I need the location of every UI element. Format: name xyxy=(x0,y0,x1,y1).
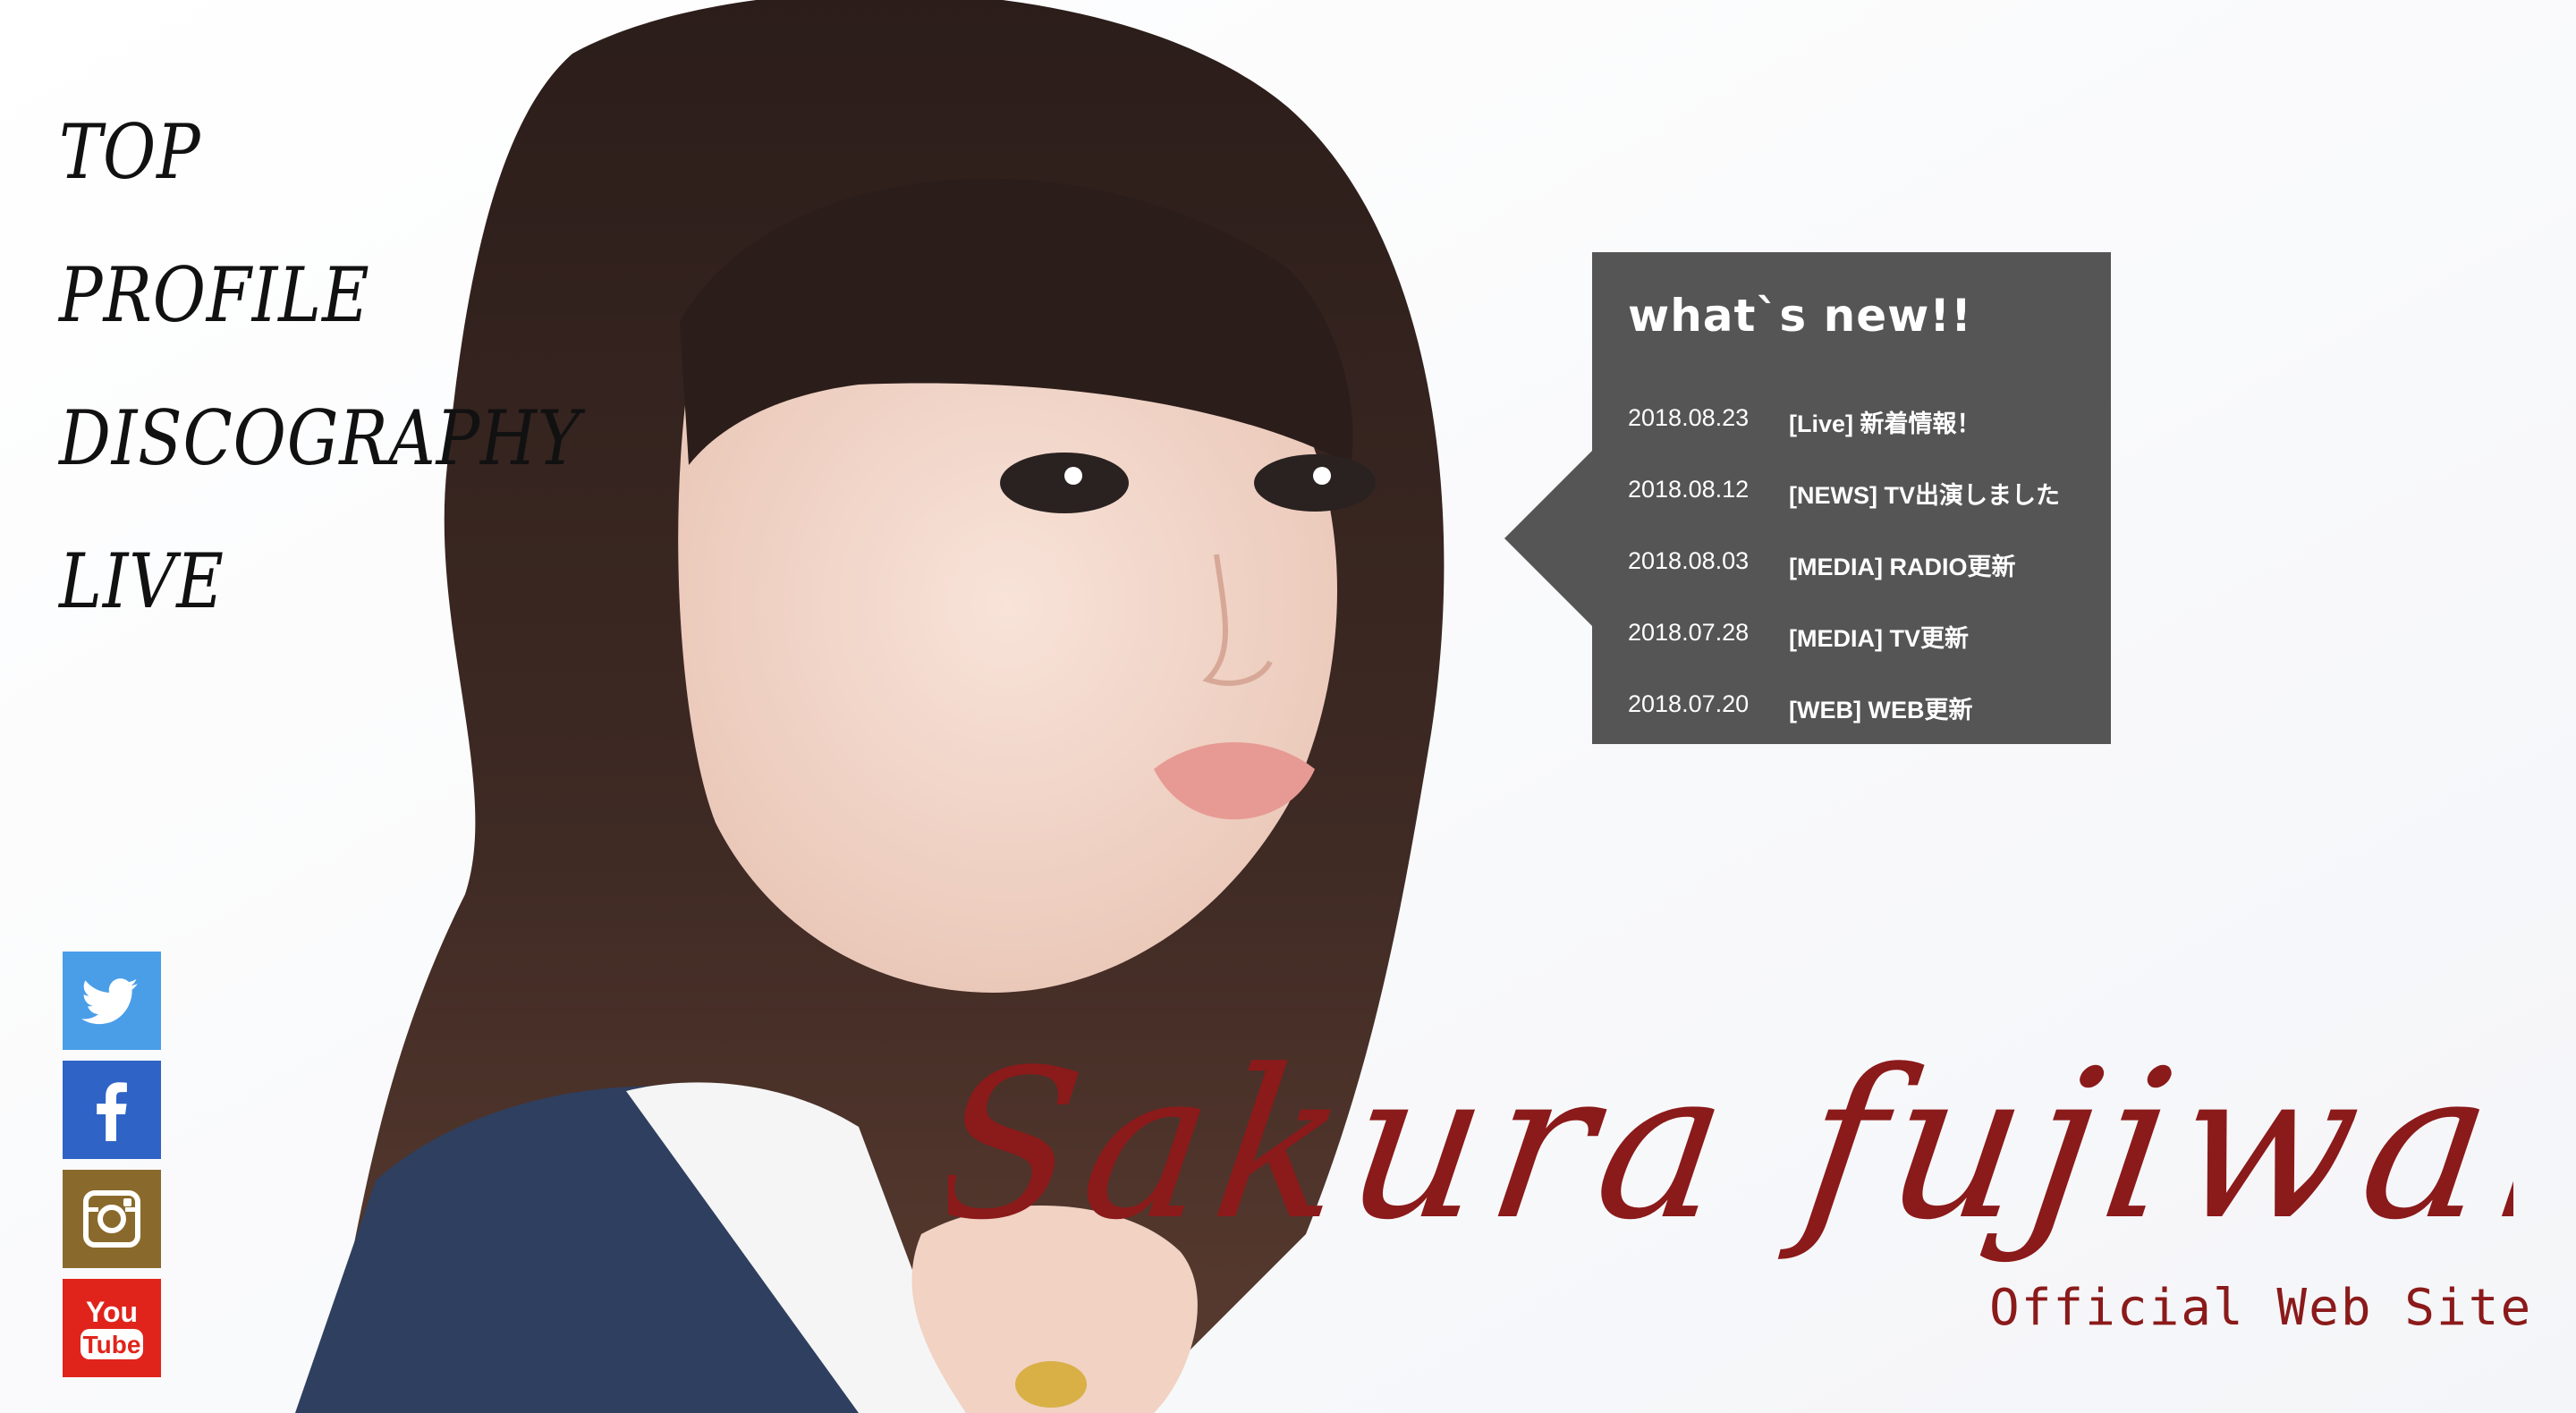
news-date: 2018.07.28 xyxy=(1628,619,1750,646)
twitter-icon xyxy=(63,952,161,1050)
main-nav: TOP PROFILE DISCOGRAPHY LIVE xyxy=(59,80,665,653)
news-date: 2018.08.03 xyxy=(1628,547,1750,574)
youtube-icon: You Tube xyxy=(63,1279,161,1377)
official-subtitle: Official Web Site xyxy=(1989,1279,2533,1337)
news-item: 2018.08.12 [NEWS] TV出演しました xyxy=(1628,476,2060,547)
youtube-button[interactable]: You Tube xyxy=(63,1279,161,1377)
nav-live[interactable]: LIVE xyxy=(59,510,580,653)
news-panel: what`s new!! 2018.08.23 [Live] 新着情報！ 201… xyxy=(1592,252,2111,744)
news-title: what`s new!! xyxy=(1628,290,1972,342)
news-date: 2018.08.23 xyxy=(1628,404,1750,431)
news-link[interactable]: [WEB] WEB更新 xyxy=(1789,690,1972,725)
news-link[interactable]: [Live] 新着情報！ xyxy=(1789,404,1981,439)
news-list: 2018.08.23 [Live] 新着情報！ 2018.08.12 [NEWS… xyxy=(1628,404,2060,762)
social-links: You Tube xyxy=(63,952,161,1388)
instagram-icon xyxy=(63,1170,161,1268)
facebook-icon xyxy=(63,1061,161,1159)
news-item: 2018.07.20 [WEB] WEB更新 xyxy=(1628,690,2060,762)
news-link[interactable]: [NEWS] TV出演しました xyxy=(1789,476,2060,511)
news-item: 2018.07.28 [MEDIA] TV更新 xyxy=(1628,619,2060,690)
nav-top[interactable]: TOP xyxy=(59,80,580,224)
nav-profile[interactable]: PROFILE xyxy=(59,224,580,367)
news-link[interactable]: [MEDIA] RADIO更新 xyxy=(1789,547,2015,582)
news-date: 2018.07.20 xyxy=(1628,690,1750,717)
youtube-label-bottom: Tube xyxy=(83,1331,141,1358)
facebook-button[interactable] xyxy=(63,1061,161,1159)
news-pointer xyxy=(1504,451,1592,626)
news-item: 2018.08.23 [Live] 新着情報！ xyxy=(1628,404,2060,476)
news-item: 2018.08.03 [MEDIA] RADIO更新 xyxy=(1628,547,2060,619)
youtube-label-top: You xyxy=(86,1296,138,1328)
news-link[interactable]: [MEDIA] TV更新 xyxy=(1789,619,1969,654)
signature-text: Sakura fujiwara xyxy=(948,1025,2513,1265)
twitter-button[interactable] xyxy=(63,952,161,1050)
nav-discography[interactable]: DISCOGRAPHY xyxy=(59,367,580,510)
news-date: 2018.08.12 xyxy=(1628,476,1750,503)
instagram-button[interactable] xyxy=(63,1170,161,1268)
